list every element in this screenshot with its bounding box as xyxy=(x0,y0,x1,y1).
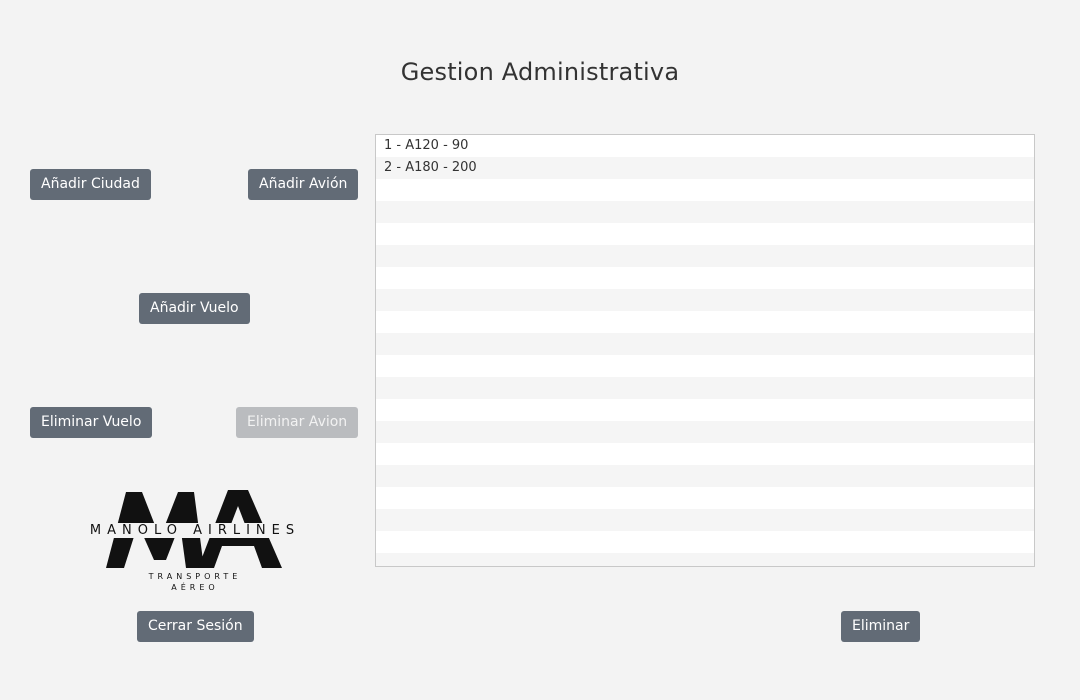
manolo-airlines-logo: MANOLO AIRLINES TRANSPORTE AÉREO xyxy=(62,482,328,594)
empty-list-row xyxy=(376,531,1034,553)
plane-list[interactable]: 1 - A120 - 90 2 - A180 - 200 xyxy=(375,134,1035,567)
empty-list-row xyxy=(376,509,1034,531)
empty-list-row xyxy=(376,289,1034,311)
empty-list-row xyxy=(376,179,1034,201)
list-item[interactable]: 1 - A120 - 90 xyxy=(376,135,1034,157)
empty-list-row xyxy=(376,553,1034,566)
empty-list-row xyxy=(376,355,1034,377)
empty-list-row xyxy=(376,267,1034,289)
empty-list-row xyxy=(376,333,1034,355)
list-item[interactable]: 2 - A180 - 200 xyxy=(376,157,1034,179)
page-title: Gestion Administrativa xyxy=(400,58,680,86)
logout-button[interactable]: Cerrar Sesión xyxy=(137,611,254,642)
delete-button[interactable]: Eliminar xyxy=(841,611,921,642)
empty-list-row xyxy=(376,487,1034,509)
logo-brand-name: MANOLO AIRLINES xyxy=(62,523,328,538)
logo-tagline-2: AÉREO xyxy=(171,583,219,592)
admin-window: Gestion Administrativa Añadir Ciudad Aña… xyxy=(0,0,1080,700)
empty-list-row xyxy=(376,465,1034,487)
empty-list-row xyxy=(376,399,1034,421)
empty-list-row xyxy=(376,245,1034,267)
logo-tagline-1: TRANSPORTE xyxy=(148,572,242,581)
empty-list-row xyxy=(376,421,1034,443)
delete-plane-button[interactable]: Eliminar Avion xyxy=(236,407,359,438)
add-flight-button[interactable]: Añadir Vuelo xyxy=(139,293,250,324)
empty-list-row xyxy=(376,201,1034,223)
delete-flight-button[interactable]: Eliminar Vuelo xyxy=(30,407,153,438)
add-plane-button[interactable]: Añadir Avión xyxy=(248,169,359,200)
empty-list-row xyxy=(376,223,1034,245)
empty-list-row xyxy=(376,311,1034,333)
add-city-button[interactable]: Añadir Ciudad xyxy=(30,169,151,200)
empty-list-row xyxy=(376,377,1034,399)
empty-list-row xyxy=(376,443,1034,465)
